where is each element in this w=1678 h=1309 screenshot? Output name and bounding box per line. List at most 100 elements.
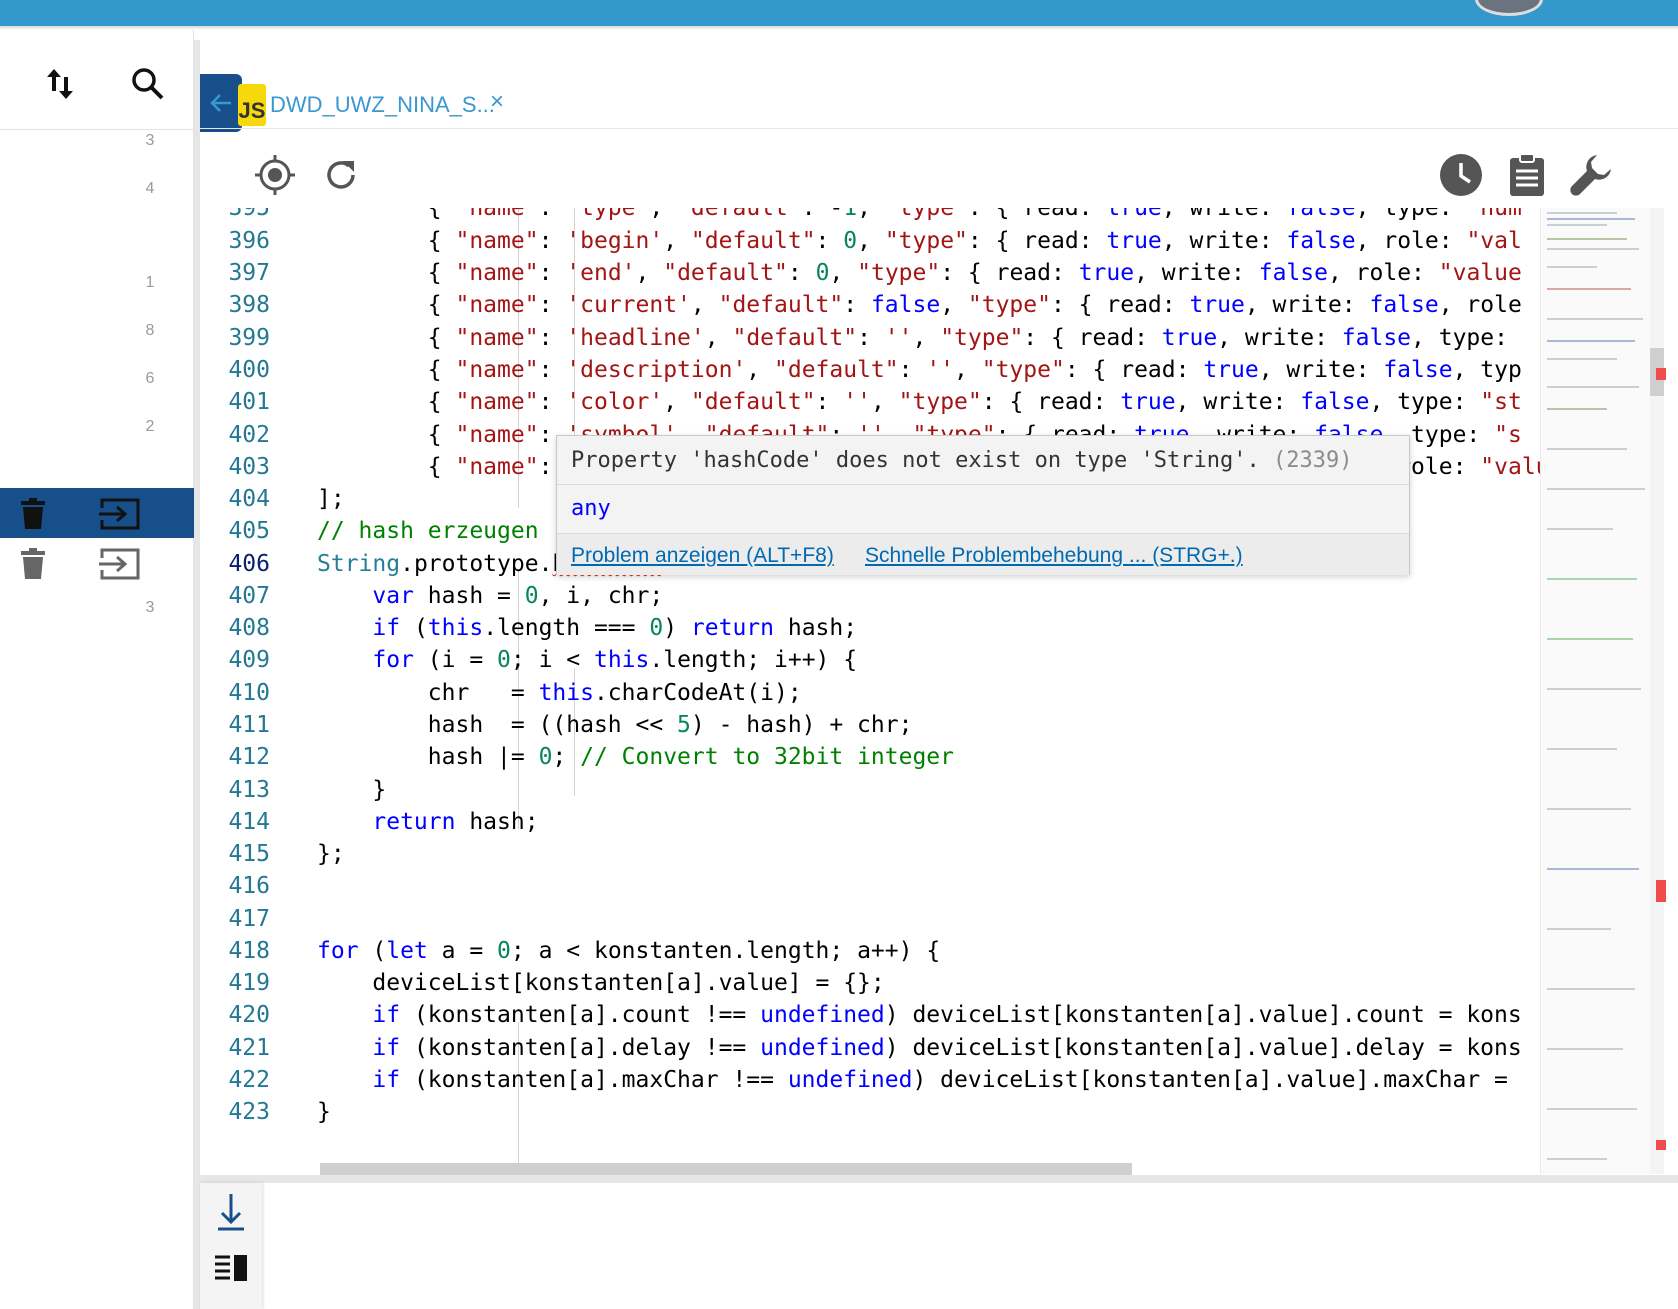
code-minimap[interactable] — [1540, 208, 1650, 1174]
log-button[interactable] — [1502, 150, 1552, 200]
code-text: hash |= 0; // Convert to 32bit integer — [317, 744, 954, 770]
sort-button[interactable] — [36, 60, 84, 108]
settings-button[interactable] — [1566, 150, 1616, 200]
code-line: 410 chr = this.charCodeAt(i); — [200, 676, 1540, 710]
line-number: 411 — [228, 712, 270, 738]
error-marker[interactable] — [1656, 880, 1666, 902]
line-number: 403 — [228, 454, 270, 480]
line-number: 405 — [228, 518, 270, 544]
line-number: 421 — [228, 1035, 270, 1061]
line-number: 423 — [228, 1099, 270, 1125]
crosshair-icon — [255, 155, 295, 195]
error-marker[interactable] — [1656, 1140, 1666, 1150]
script-count: 4 — [145, 180, 155, 197]
back-button[interactable] — [200, 74, 242, 132]
line-number: 418 — [228, 938, 270, 964]
script-count: 3 — [145, 599, 155, 616]
code-text: hash = ((hash << 5) - hash) + chr; — [317, 712, 913, 738]
code-line: 416 — [200, 869, 1540, 903]
tab-bar-divider — [200, 128, 1678, 129]
code-line: 400 { "name": 'description', "default": … — [200, 353, 1540, 387]
code-text: return hash; — [372, 809, 539, 835]
code-line: 413 } — [200, 773, 1540, 807]
code-text: ]; — [317, 486, 345, 512]
error-message: Property 'hashCode' does not exist on ty… — [571, 448, 1260, 473]
code-text: chr = this.charCodeAt(i); — [317, 680, 802, 706]
js-file-icon: JS — [238, 84, 266, 126]
log-toolbar — [200, 1183, 262, 1309]
line-number: 415 — [228, 841, 270, 867]
tab-label: DWD_UWZ_NINA_S... — [270, 92, 495, 117]
refresh-button[interactable] — [316, 150, 366, 200]
delete-button[interactable] — [18, 497, 48, 531]
code-line: 396 { "name": 'begin', "default": 0, "ty… — [200, 224, 1540, 258]
script-list-item-selected[interactable] — [0, 488, 194, 538]
avatar[interactable] — [1475, 0, 1543, 16]
code-line: 408 if (this.length === 0) return hash; — [200, 611, 1540, 645]
clipboard-icon — [1510, 153, 1544, 196]
line-number: 413 — [228, 777, 270, 803]
line-number: 410 — [228, 680, 270, 706]
line-number: 409 — [228, 647, 270, 673]
script-count: 1 — [145, 274, 155, 291]
trash-icon — [21, 548, 45, 579]
script-count: 3 — [145, 132, 155, 149]
history-button[interactable] — [1436, 150, 1486, 200]
code-text: { "name": 'end', "default": 0, "type": {… — [317, 260, 1522, 286]
code-text: var hash = 0, i, chr; — [372, 583, 664, 609]
log-panel-button[interactable] — [208, 1245, 254, 1291]
quick-fix-link[interactable]: Schnelle Problembehebung ... (STRG+.) — [865, 544, 1243, 568]
script-count: 2 — [145, 418, 155, 435]
arrow-left-icon — [210, 94, 231, 112]
editor-toolbar — [200, 140, 1678, 210]
code-text: if (this.length === 0) return hash; — [372, 615, 858, 641]
script-list-item[interactable] — [0, 538, 194, 588]
code-line: 417 — [200, 902, 1540, 936]
vertical-scrollbar[interactable] — [1650, 208, 1664, 1174]
export-button[interactable] — [98, 497, 142, 531]
hover-message: Property 'hashCode' does not exist on ty… — [571, 448, 1352, 473]
line-number: 397 — [228, 260, 270, 286]
export-button[interactable] — [98, 547, 142, 581]
search-button[interactable] — [124, 60, 172, 108]
code-text: if (konstanten[a].delay !== undefined) d… — [372, 1035, 1522, 1061]
line-number: 422 — [228, 1067, 270, 1093]
delete-button[interactable] — [18, 547, 48, 581]
tab-bar: JS DWD_UWZ_NINA_S... × — [200, 30, 1678, 150]
line-number: 395 — [228, 208, 270, 221]
top-app-bar — [0, 0, 1678, 26]
code-text: { "name": 'current', "default": false, "… — [317, 292, 1522, 318]
code-text: { "name": 'description', "default": '', … — [317, 357, 1522, 383]
locate-button[interactable] — [250, 150, 300, 200]
script-list-toolbar — [0, 30, 194, 130]
code-line: 414 return hash; — [200, 805, 1540, 839]
code-line: 411 hash = ((hash << 5) - hash) + chr; — [200, 708, 1540, 742]
script-list-panel: 3 4 1 8 6 2 3 — [0, 30, 194, 1309]
scroll-down-button[interactable] — [208, 1189, 254, 1235]
code-line: 407 var hash = 0, i, chr; — [200, 579, 1540, 613]
code-line: 397 { "name": 'end', "default": 0, "type… — [200, 256, 1540, 290]
code-text: } — [317, 777, 387, 803]
show-problem-link[interactable]: Problem anzeigen (ALT+F8) — [571, 544, 834, 568]
code-line: 415}; — [200, 837, 1540, 871]
code-editor[interactable]: 395 { "name": 'type', "default": -1, "ty… — [200, 208, 1660, 1174]
hover-tooltip: Property 'hashCode' does not exist on ty… — [556, 435, 1410, 575]
error-marker[interactable] — [1656, 368, 1666, 380]
close-icon[interactable]: × — [490, 88, 504, 116]
tab-script[interactable]: JS DWD_UWZ_NINA_S... × — [200, 52, 528, 150]
code-line: 420 if (konstanten[a].count !== undefine… — [200, 998, 1540, 1032]
trash-icon — [21, 498, 45, 529]
error-code: (2339) — [1273, 448, 1353, 473]
line-number: 402 — [228, 422, 270, 448]
code-text: if (konstanten[a].maxChar !== undefined)… — [372, 1067, 1508, 1093]
line-number: 407 — [228, 583, 270, 609]
line-number: 420 — [228, 1002, 270, 1028]
code-text: { "name": 'color', "default": '', "type"… — [317, 389, 1522, 415]
code-text: for (let a = 0; a < konstanten.length; a… — [317, 938, 941, 964]
clock-icon — [1440, 154, 1482, 196]
search-icon — [132, 68, 164, 100]
code-line: 421 if (konstanten[a].delay !== undefine… — [200, 1031, 1540, 1065]
code-line: 422 if (konstanten[a].maxChar !== undefi… — [200, 1063, 1540, 1097]
code-line: 398 { "name": 'current', "default": fals… — [200, 288, 1540, 322]
line-number: 399 — [228, 325, 270, 351]
